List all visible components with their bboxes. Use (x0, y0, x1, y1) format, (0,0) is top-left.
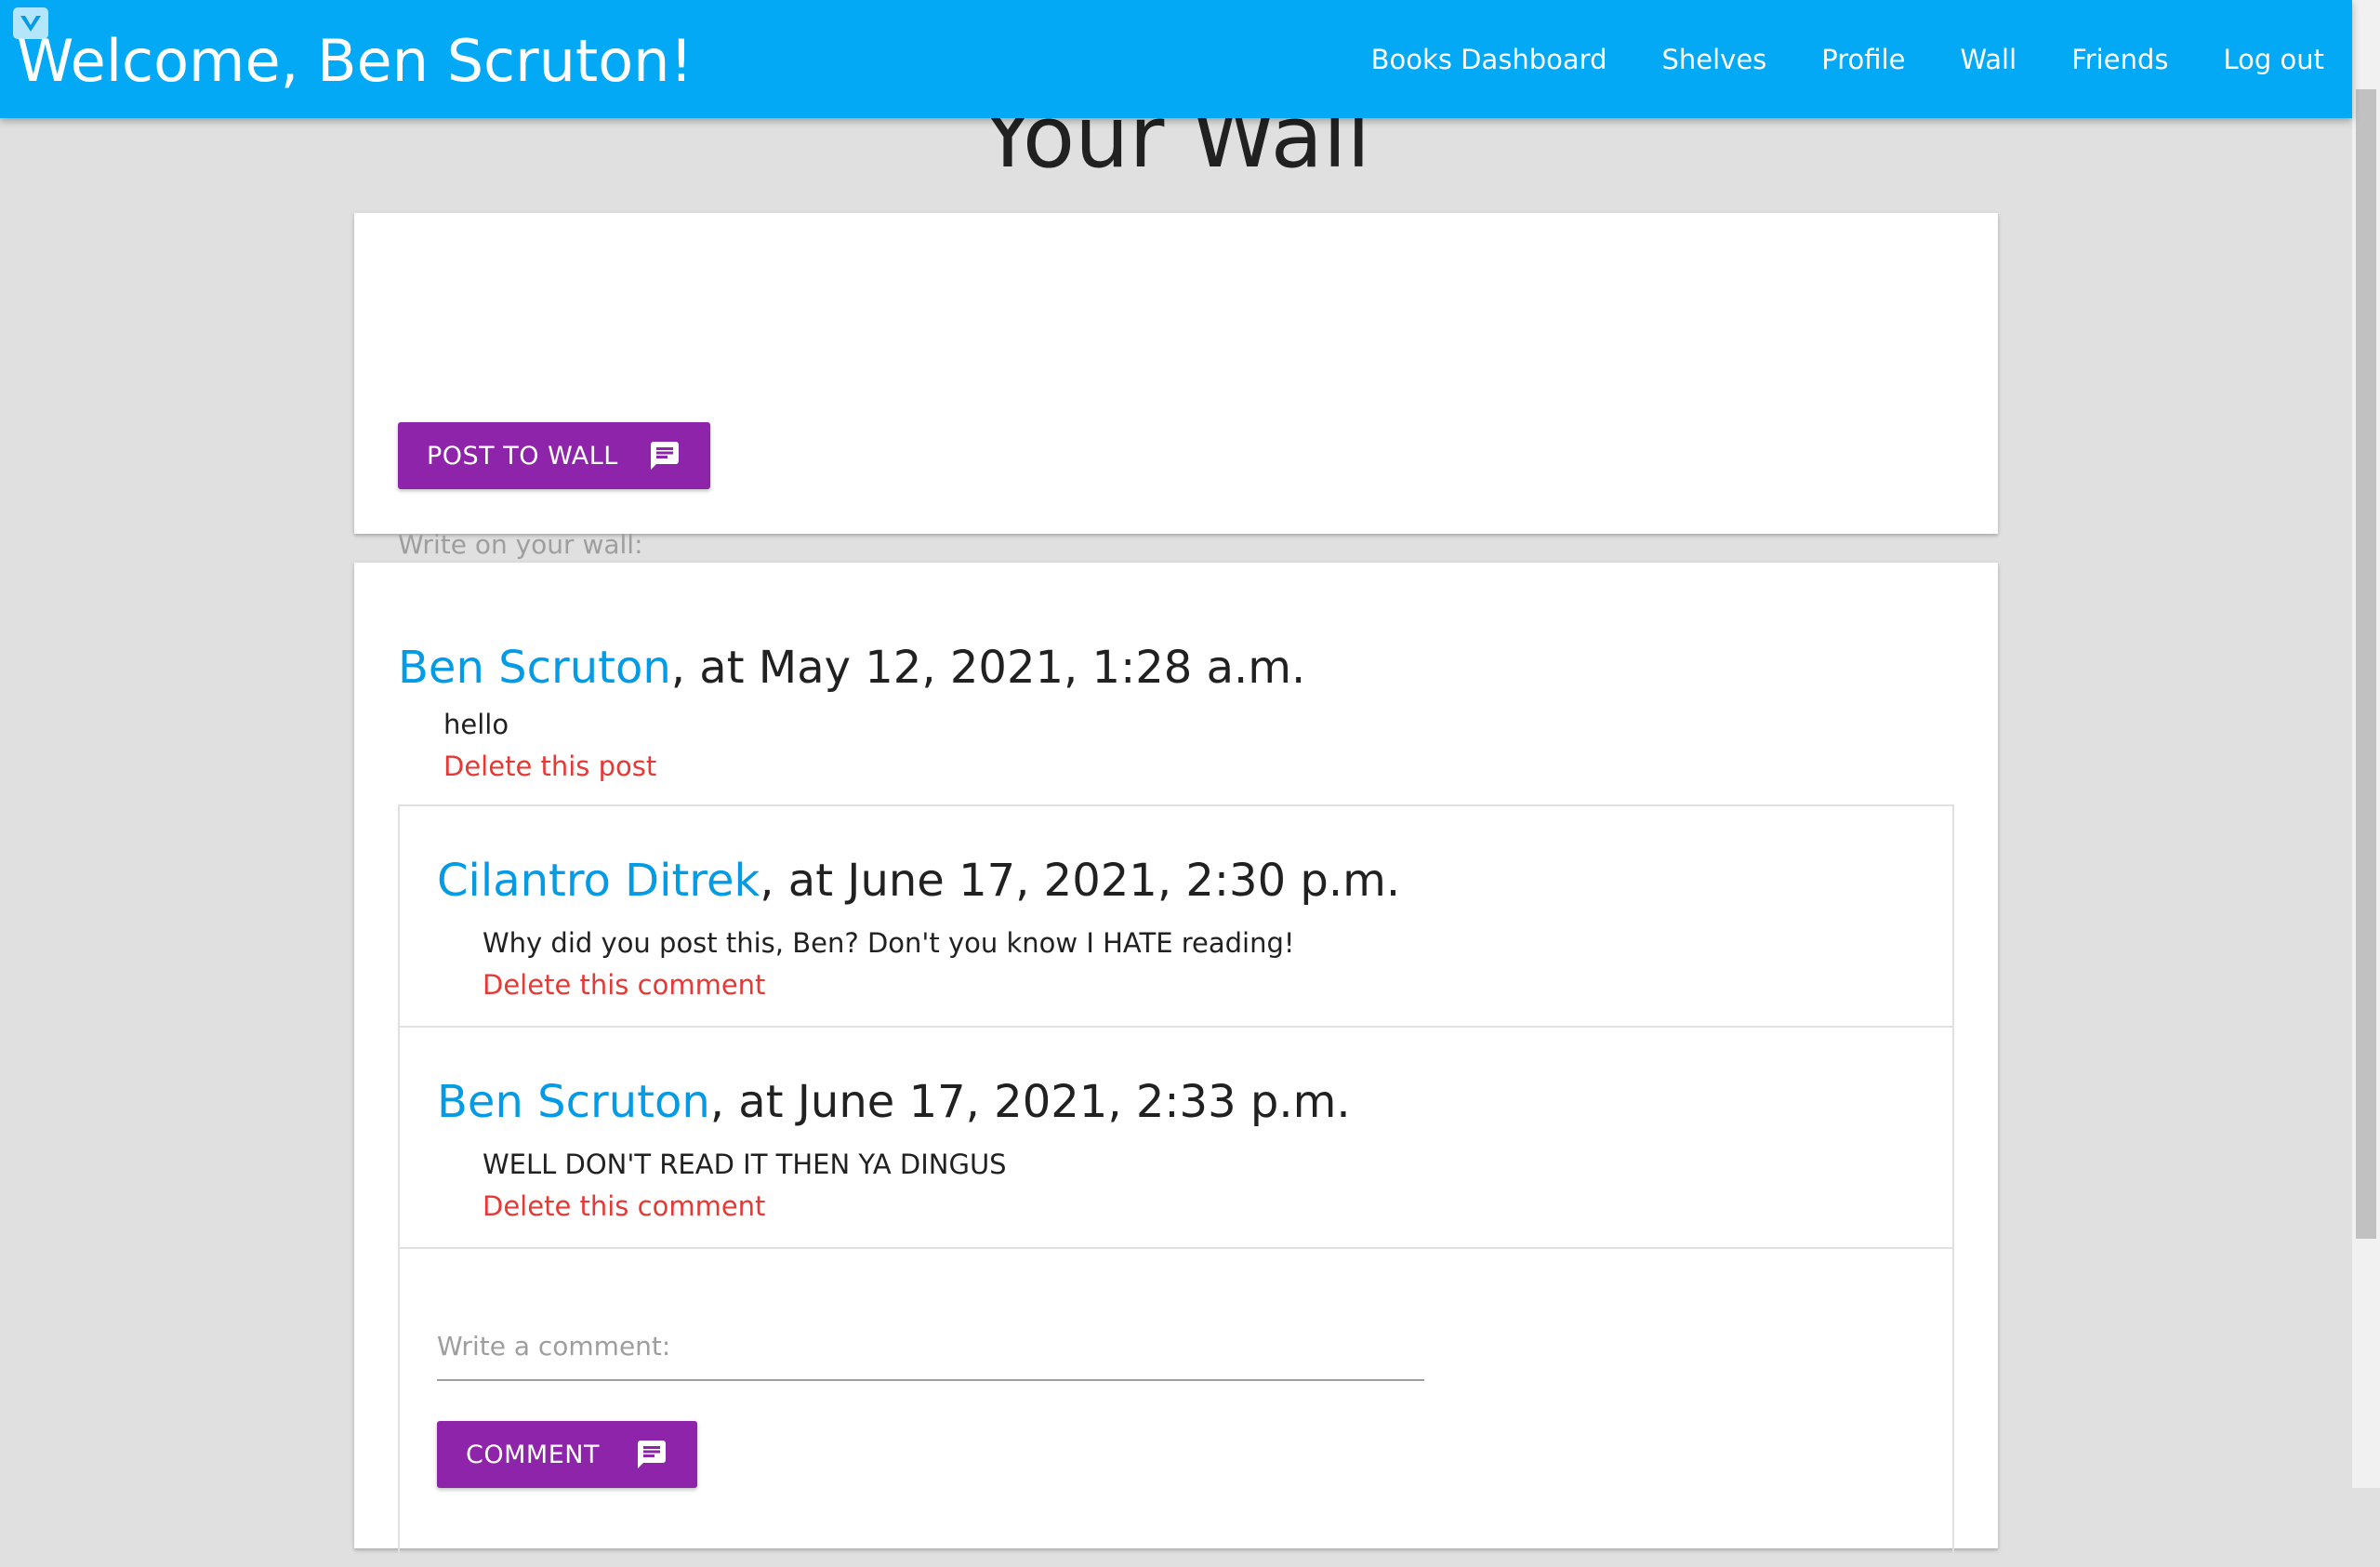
comment-header: Cilantro Ditrek, at June 17, 2021, 2:30 … (437, 848, 1400, 913)
comment-author-link[interactable]: Ben Scruton (437, 1076, 710, 1128)
page-scrollbar[interactable] (2352, 0, 2380, 1488)
comment-form: COMMENT (400, 1249, 1952, 1565)
delete-comment-link[interactable]: Delete this comment (483, 966, 765, 1003)
nav-wall[interactable]: Wall (1960, 44, 2016, 75)
comment-header: Ben Scruton, at June 17, 2021, 2:33 p.m. (437, 1069, 1351, 1135)
comment-button-label: COMMENT (466, 1440, 600, 1469)
comment-timestamp: , at June 17, 2021, 2:33 p.m. (709, 1076, 1351, 1128)
wall-post-card: Ben Scruton, at May 12, 2021, 1:28 a.m. … (354, 563, 1998, 1567)
comment-input[interactable] (437, 1312, 1424, 1381)
message-icon (635, 1438, 668, 1471)
post-author-link[interactable]: Ben Scruton (398, 642, 671, 694)
nav-shelves[interactable]: Shelves (1661, 44, 1766, 75)
nav-profile[interactable]: Profile (1821, 44, 1905, 75)
nav-friends[interactable]: Friends (2071, 44, 2168, 75)
post-to-wall-label: POST TO WALL (427, 441, 618, 471)
message-icon (648, 439, 681, 472)
nav-books-dashboard[interactable]: Books Dashboard (1371, 44, 1607, 75)
app-bar: Welcome, Ben Scruton! Books Dashboard Sh… (0, 0, 2352, 118)
comment-author-link[interactable]: Cilantro Ditrek (437, 855, 760, 907)
comment-body: WELL DON'T READ IT THEN YA DINGUS (483, 1149, 1007, 1180)
post-header: Ben Scruton, at May 12, 2021, 1:28 a.m. (398, 635, 1305, 700)
post-to-wall-button[interactable]: POST TO WALL (398, 422, 710, 489)
comment-body: Why did you post this, Ben? Don't you kn… (483, 927, 1295, 959)
comment-item: Ben Scruton, at June 17, 2021, 2:33 p.m.… (400, 1028, 1952, 1249)
compose-card: POST TO WALL (354, 213, 1998, 579)
welcome-title: Welcome, Ben Scruton! (17, 27, 694, 95)
comment-item: Cilantro Ditrek, at June 17, 2021, 2:30 … (400, 806, 1952, 1028)
post-timestamp: , at May 12, 2021, 1:28 a.m. (670, 642, 1306, 694)
scrollbar-thumb[interactable] (2356, 89, 2376, 1239)
nav-log-out[interactable]: Log out (2223, 44, 2324, 75)
top-nav: Books Dashboard Shelves Profile Wall Fri… (1316, 0, 2324, 118)
delete-post-link[interactable]: Delete this post (443, 748, 656, 785)
post-body: hello (443, 709, 509, 740)
comment-button[interactable]: COMMENT (437, 1421, 697, 1488)
delete-comment-link[interactable]: Delete this comment (483, 1188, 765, 1225)
comments-list: Cilantro Ditrek, at June 17, 2021, 2:30 … (398, 804, 1954, 1567)
comment-timestamp: , at June 17, 2021, 2:30 p.m. (760, 855, 1401, 907)
